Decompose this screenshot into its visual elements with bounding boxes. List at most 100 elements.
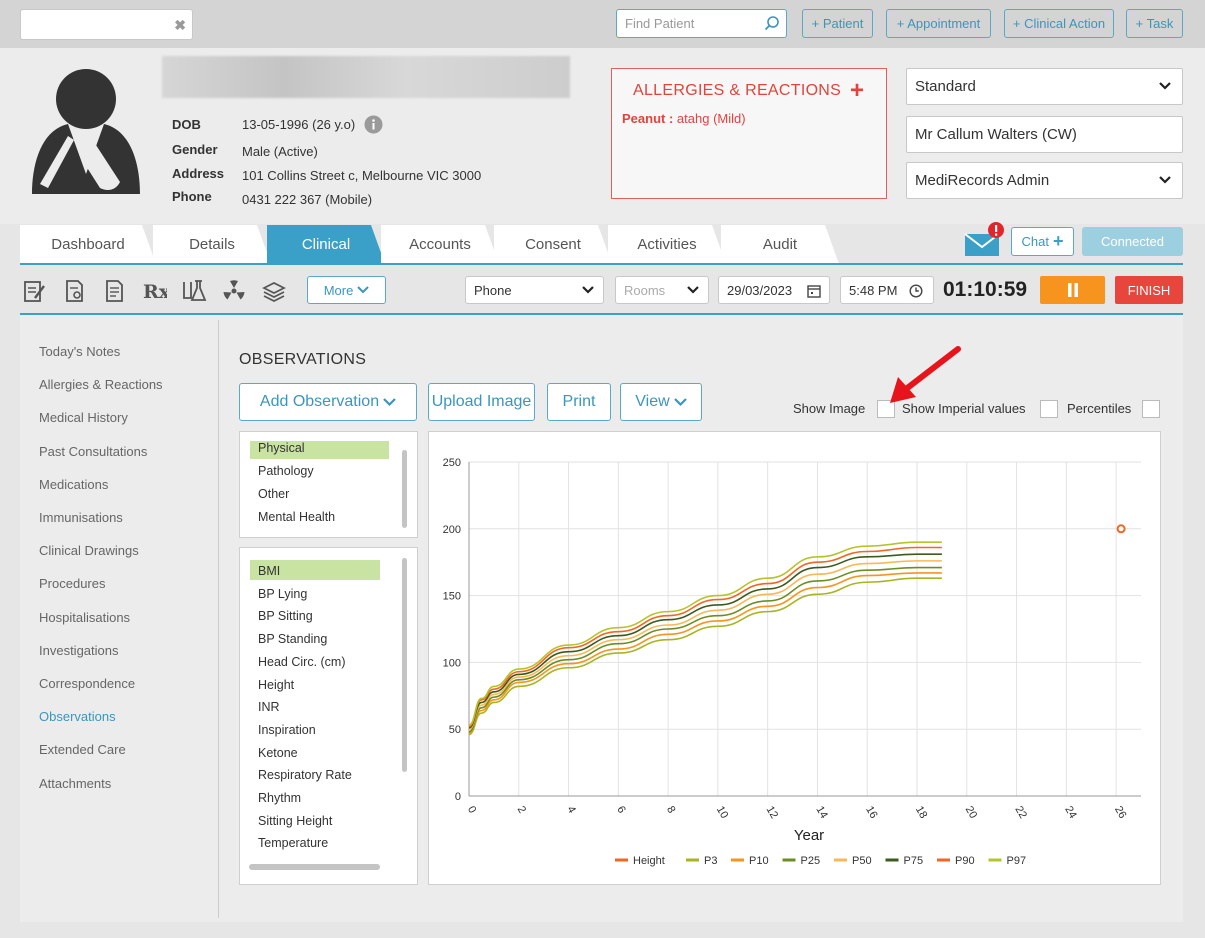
allergy-name: Peanut :	[622, 111, 674, 126]
x-tick-label: 12	[764, 804, 781, 821]
sidebar-item-allergies-reactions[interactable]: Allergies & Reactions	[39, 377, 163, 392]
info-icon[interactable]	[364, 115, 383, 134]
chevron-down-icon	[582, 286, 594, 294]
measure-item[interactable]: Rhythm	[258, 791, 301, 805]
time-input[interactable]: 5:48 PM	[840, 276, 934, 304]
tab-clinical[interactable]: Clinical	[267, 225, 385, 264]
find-patient-input[interactable]: Find Patient	[616, 9, 787, 38]
x-tick-label: 16	[863, 804, 880, 821]
sidebar-item-today-s-notes[interactable]: Today's Notes	[39, 344, 120, 359]
tab-dashboard[interactable]: Dashboard	[20, 225, 156, 264]
add-allergy-icon[interactable]: +	[850, 77, 864, 105]
show-image-label: Show Image	[793, 401, 866, 416]
y-tick-label: 200	[443, 524, 461, 536]
allergies-panel: ALLERGIES & REACTIONS + Peanut : atahg (…	[611, 68, 887, 199]
category-item[interactable]: Other	[258, 487, 289, 501]
chevron-down-icon	[687, 286, 699, 294]
print-button[interactable]: Print	[547, 383, 611, 421]
category-item[interactable]: Mental Health	[258, 510, 335, 524]
measure-scrollbar-horizontal[interactable]	[249, 864, 380, 870]
measure-item[interactable]: Ketone	[258, 746, 298, 760]
close-icon[interactable]: ✖	[174, 17, 186, 34]
add-clinical-action-button[interactable]: + Clinical Action	[1004, 9, 1114, 38]
allergy-item[interactable]: Peanut : atahg (Mild)	[622, 111, 746, 126]
sidebar-item-attachments[interactable]: Attachments	[39, 776, 111, 791]
add-appointment-button[interactable]: + Appointment	[886, 9, 991, 38]
tab-details[interactable]: Details	[153, 225, 271, 264]
search-icon[interactable]	[764, 15, 780, 31]
measure-item[interactable]: BP Sitting	[258, 609, 313, 623]
sidebar-item-correspondence[interactable]: Correspondence	[39, 676, 135, 691]
notes-icon[interactable]	[21, 278, 47, 304]
chat-button[interactable]: Chat +	[1011, 227, 1074, 256]
percentiles-label: Percentiles	[1067, 401, 1132, 416]
education-layers-icon[interactable]	[261, 278, 287, 304]
sidebar-item-immunisations[interactable]: Immunisations	[39, 510, 123, 525]
add-observation-button[interactable]: Add Observation	[239, 383, 417, 421]
add-observation-label: Add Observation	[259, 393, 380, 410]
finish-button[interactable]: FINISH	[1115, 276, 1183, 304]
radiology-icon[interactable]	[221, 278, 247, 304]
category-item[interactable]: Physical	[258, 441, 305, 455]
sidebar-item-procedures[interactable]: Procedures	[39, 576, 105, 591]
x-tick-label: 22	[1012, 804, 1029, 821]
sidebar-item-investigations[interactable]: Investigations	[39, 643, 119, 658]
sidebar-item-extended-care[interactable]: Extended Care	[39, 742, 126, 757]
sidebar-item-past-consultations[interactable]: Past Consultations	[39, 444, 147, 459]
view-button[interactable]: View	[620, 383, 702, 421]
measure-item[interactable]: BMI	[258, 564, 280, 578]
connected-status-button[interactable]: Connected	[1082, 227, 1183, 256]
measure-item[interactable]: Inspiration	[258, 723, 316, 737]
show-imperial-checkbox[interactable]	[1040, 400, 1058, 418]
add-task-button[interactable]: + Task	[1126, 9, 1183, 38]
user-select[interactable]: MediRecords Admin	[906, 162, 1183, 199]
prescription-icon[interactable]: Rx	[141, 278, 167, 304]
doctor-field[interactable]: Mr Callum Walters (CW)	[906, 116, 1183, 153]
measure-item[interactable]: Head Circ. (cm)	[258, 655, 346, 669]
contact-type-select[interactable]: Phone	[465, 276, 604, 304]
tab-activities[interactable]: Activities	[608, 225, 726, 264]
measure-item[interactable]: Height	[258, 678, 294, 692]
series-line-p75	[468, 553, 942, 729]
series-line-p25	[468, 566, 942, 733]
chevron-down-icon	[1159, 82, 1171, 90]
measure-item[interactable]: Sitting Height	[258, 814, 332, 828]
rooms-select[interactable]: Rooms	[615, 276, 709, 304]
date-input[interactable]: 29/03/2023	[718, 276, 830, 304]
clock-icon[interactable]	[909, 284, 923, 298]
legend-label: P90	[955, 855, 975, 867]
add-patient-button[interactable]: + Patient	[802, 9, 873, 38]
legend-label: P25	[801, 855, 821, 867]
measure-item[interactable]: Respiratory Rate	[258, 768, 352, 782]
template-select[interactable]: Standard	[906, 68, 1183, 105]
more-button[interactable]: More	[307, 276, 386, 304]
sidebar-item-hospitalisations[interactable]: Hospitalisations	[39, 610, 130, 625]
measure-item[interactable]: INR	[258, 700, 280, 714]
category-item[interactable]: Pathology	[258, 464, 314, 478]
pathology-flask-icon[interactable]	[181, 278, 207, 304]
measure-scrollbar-vertical[interactable]	[402, 558, 407, 772]
chevron-down-icon	[383, 398, 396, 407]
percentiles-checkbox[interactable]	[1142, 400, 1160, 418]
pause-button[interactable]	[1040, 276, 1105, 304]
category-scrollbar[interactable]	[402, 450, 407, 528]
legend-label: P10	[749, 855, 769, 867]
upload-image-button[interactable]: Upload Image	[428, 383, 535, 421]
tab-consent[interactable]: Consent	[494, 225, 612, 264]
measure-item[interactable]: BP Lying	[258, 587, 307, 601]
calendar-icon[interactable]	[807, 284, 821, 298]
sidebar-item-observations[interactable]: Observations	[39, 709, 116, 724]
x-tick-label: 0	[465, 804, 478, 815]
measure-item[interactable]: Temperature	[258, 836, 328, 850]
report-document-icon[interactable]	[101, 278, 127, 304]
chevron-down-icon	[357, 286, 370, 294]
measure-item[interactable]: BP Standing	[258, 632, 327, 646]
sidebar-item-clinical-drawings[interactable]: Clinical Drawings	[39, 543, 139, 558]
tab-audit[interactable]: Audit	[721, 225, 839, 264]
sidebar-item-medications[interactable]: Medications	[39, 477, 108, 492]
referral-document-icon[interactable]	[61, 278, 87, 304]
sidebar-item-medical-history[interactable]: Medical History	[39, 410, 128, 425]
tab-accounts[interactable]: Accounts	[381, 225, 499, 264]
open-patient-tab[interactable]: ✖	[20, 9, 193, 40]
mail-icon[interactable]	[963, 222, 1009, 260]
